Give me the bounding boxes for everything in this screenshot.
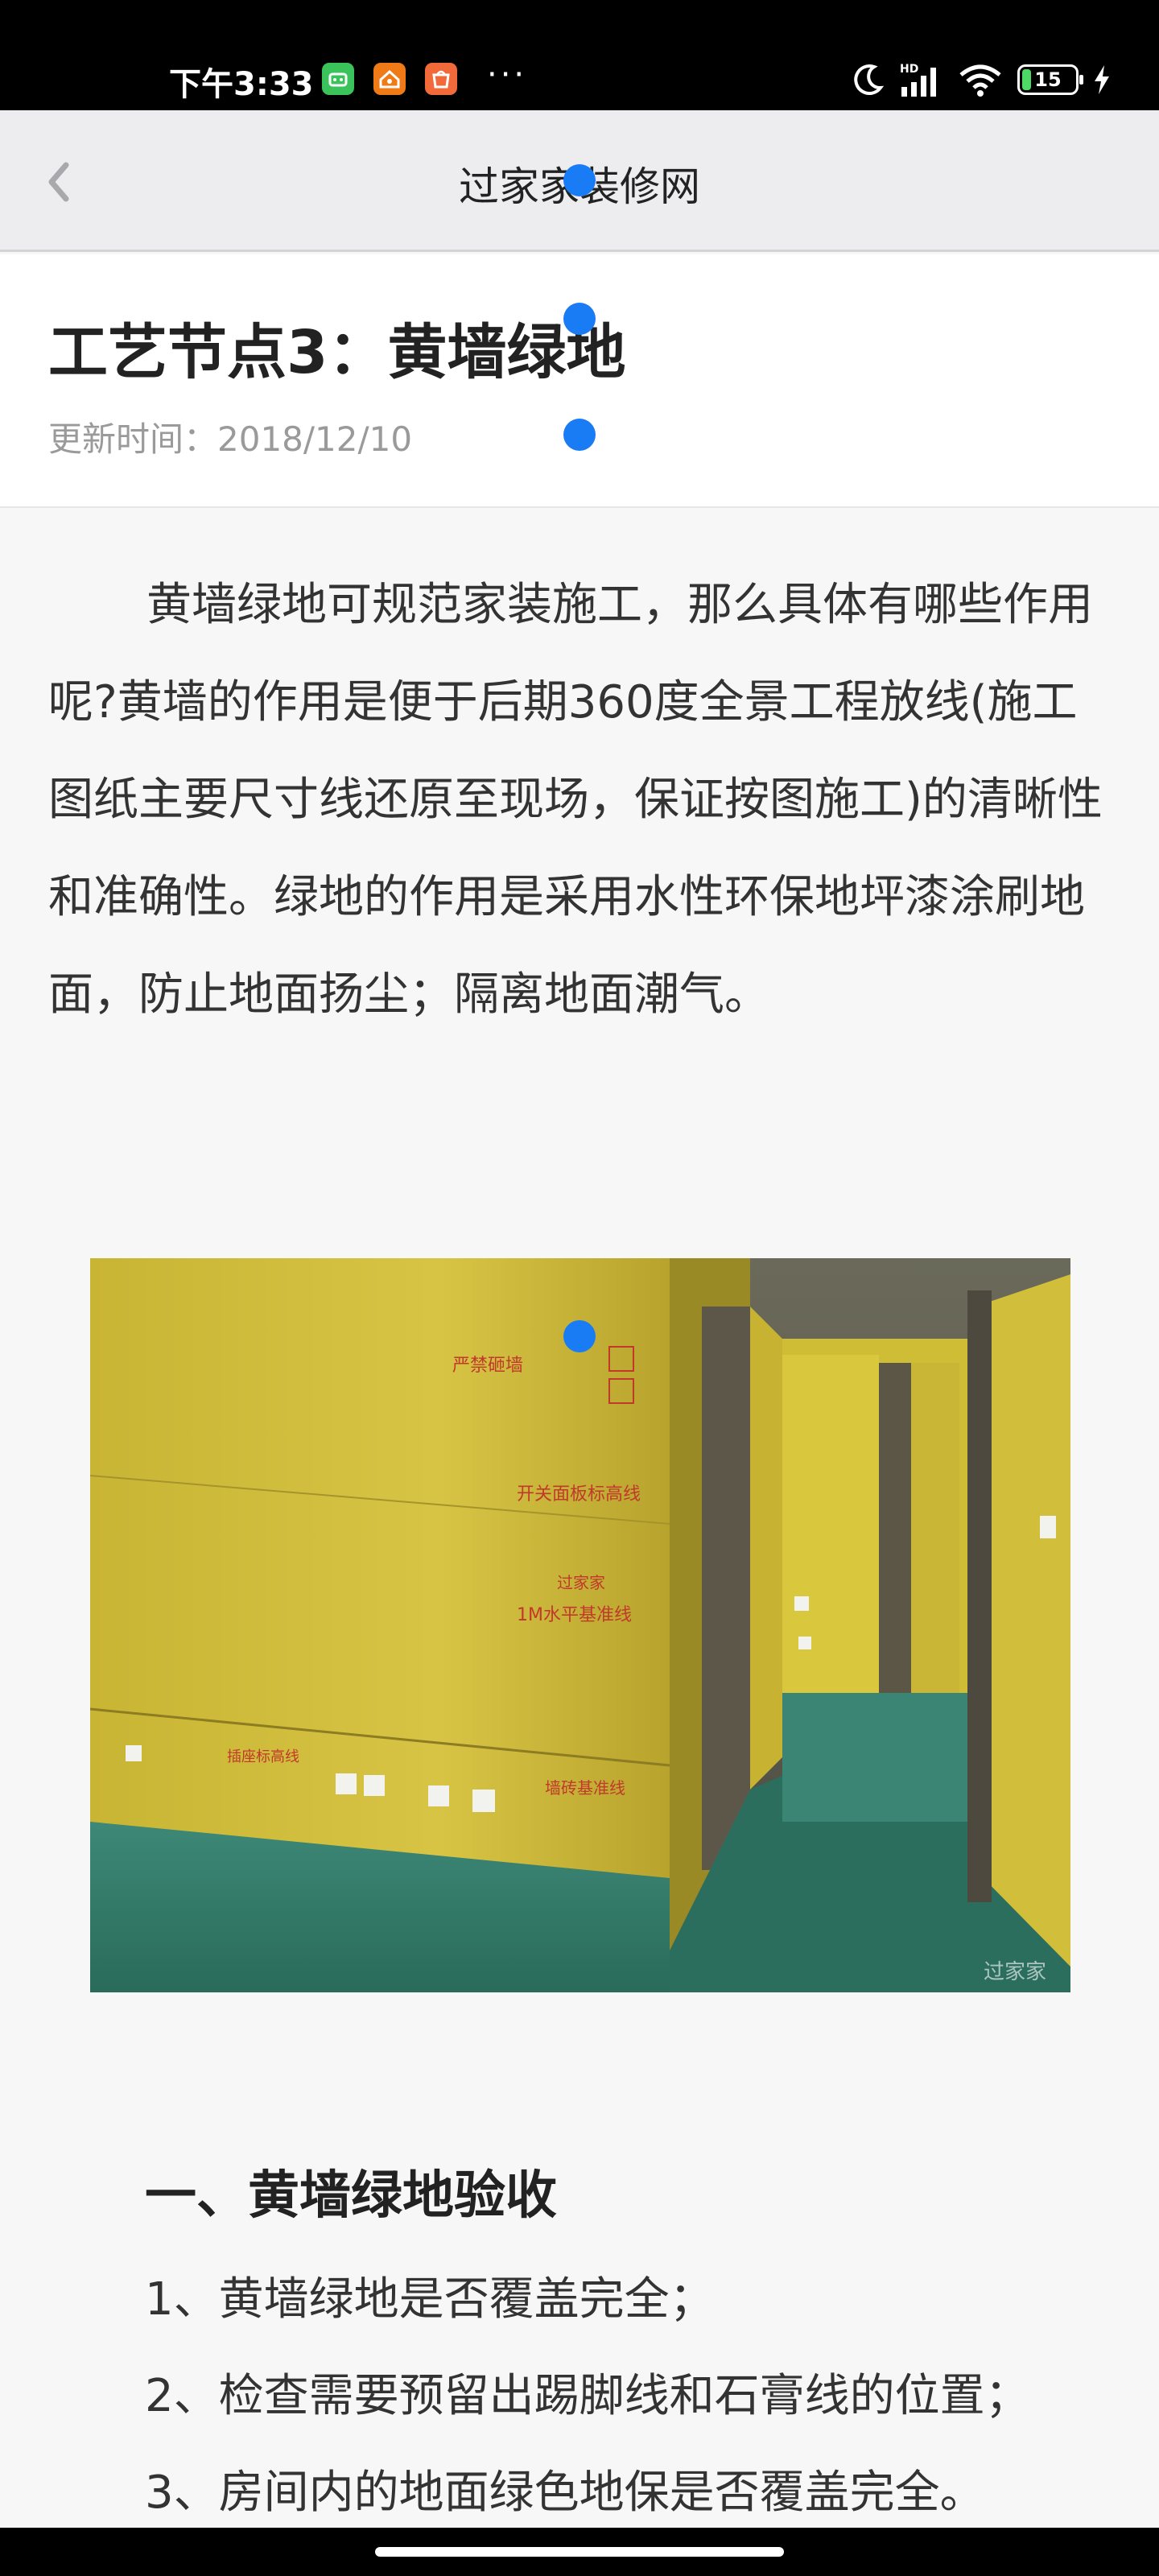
battery-fill <box>1022 69 1031 90</box>
list-item: 1、黄墙绿地是否覆盖完全； <box>145 2273 715 2326</box>
android-app-icon <box>322 63 354 95</box>
intro-paragraph: 黄墙绿地可规范家装施工，那么具体有哪些作用呢?黄墙的作用是便于后期360度全景工… <box>48 579 1103 1021</box>
touch-indicator-dot <box>563 419 596 451</box>
article-updated-time: 更新时间：2018/12/10 <box>48 419 413 459</box>
signal-hd-label: HD <box>900 63 918 76</box>
article-header: 工艺节点3：黄墙绿地 更新时间：2018/12/10 <box>0 254 1159 508</box>
photo-watermark: 过家家 <box>984 1960 1046 1984</box>
home-indicator[interactable] <box>375 2547 784 2557</box>
list-item: 2、检查需要预留出踢脚线和石膏线的位置； <box>145 2370 1030 2422</box>
cellular-signal-icon: HD <box>900 63 936 97</box>
shopping-app-icon <box>425 63 457 95</box>
photo-mark-2: 开关面板标高线 <box>517 1484 641 1505</box>
list-item: 3、房间内的地面绿色地保是否覆盖完全。 <box>145 2467 985 2519</box>
photo-mark-6: 墙砖基准线 <box>545 1778 625 1798</box>
battery-icon: 15 <box>1017 64 1083 95</box>
status-icons: HD 15 <box>852 60 1111 100</box>
battery-level: 15 <box>1034 68 1062 91</box>
charging-icon <box>1095 65 1109 94</box>
home-app-icon <box>373 63 406 95</box>
moon-icon <box>854 64 884 95</box>
photo-mark-1: 严禁砸墙 <box>452 1356 523 1376</box>
wifi-icon <box>959 64 1001 97</box>
photo-mark-3: 过家家 <box>557 1573 605 1592</box>
touch-indicator-dot <box>563 303 596 335</box>
section-heading: 一、黄墙绿地验收 <box>145 2166 557 2226</box>
photo-mark-4: 1M水平基准线 <box>517 1605 632 1625</box>
photo-mark-5: 插座标高线 <box>227 1748 299 1765</box>
article-title: 工艺节点3：黄墙绿地 <box>48 318 626 387</box>
touch-indicator-dot <box>563 164 596 196</box>
status-time: 下午3:33 <box>169 66 314 103</box>
status-bar: 下午3:33 ··· HD 15 <box>0 0 1159 110</box>
touch-indicator-dot <box>563 1320 596 1352</box>
article-photo[interactable]: 严禁砸墙 开关面板标高线 过家家 1M水平基准线 插座标高线 墙砖基准线 过家家 <box>90 1258 1070 1992</box>
more-notifications-icon: ··· <box>487 56 528 93</box>
